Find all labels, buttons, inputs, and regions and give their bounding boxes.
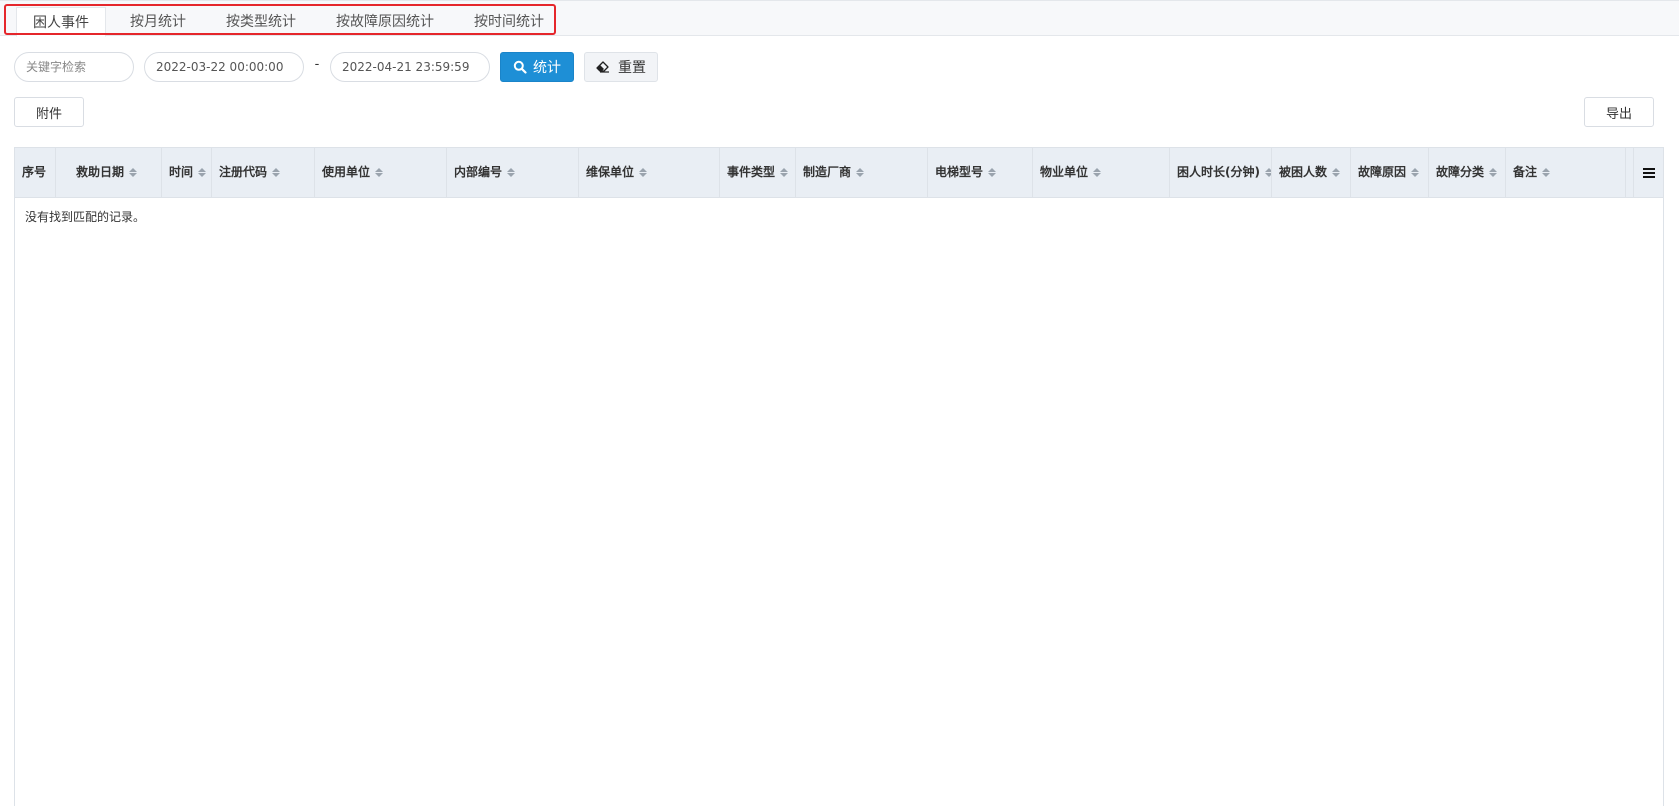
column-header-remark[interactable]: 备注 [1506,148,1626,197]
tab-bar: 困人事件 按月统计 按类型统计 按故障原因统计 按时间统计 [0,0,1679,37]
date-separator: - [314,56,320,72]
column-header-label: 困人时长(分钟) [1177,165,1260,179]
sort-icon [507,168,516,177]
table-header: 序号 救助日期 时间 注册代码 使用单位 内部编号 维保单位 事件类型 制造厂商 电梯型号 物业单位… [15,148,1663,198]
column-header-property-unit[interactable]: 物业单位 [1033,148,1170,197]
sort-icon [1542,168,1551,177]
stat-button[interactable]: 统计 [500,52,574,82]
sort-icon [780,168,789,177]
column-header-event-type[interactable]: 事件类型 [720,148,796,197]
column-menu-button[interactable] [1633,148,1663,197]
empty-message: 没有找到匹配的记录。 [25,210,146,224]
column-header-fault-category[interactable]: 故障分类 [1429,148,1506,197]
column-header-user-unit[interactable]: 使用单位 [315,148,447,197]
sort-icon [988,168,997,177]
tab-monthly-stats[interactable]: 按月统计 [114,7,202,37]
search-icon [513,60,527,74]
column-header-register-code[interactable]: 注册代码 [212,148,315,197]
column-header-label: 序号 [22,165,47,179]
attachment-button[interactable]: 附件 [14,97,84,127]
sort-icon [272,168,281,177]
column-header-label: 被困人数 [1279,165,1328,179]
reset-button-label: 重置 [618,60,646,76]
column-header-maintenance-unit[interactable]: 维保单位 [579,148,720,197]
column-header-trapped-count[interactable]: 被困人数 [1272,148,1351,197]
column-header-label: 时间 [169,165,194,179]
column-header-label: 电梯型号 [935,165,984,179]
sort-icon [198,168,207,177]
tab-list: 困人事件 按月统计 按类型统计 按故障原因统计 按时间统计 [16,7,560,37]
column-header-elevator-model[interactable]: 电梯型号 [928,148,1033,197]
sort-icon [1332,168,1341,177]
column-header-label: 内部编号 [454,165,503,179]
sort-icon [1093,168,1102,177]
end-date-input[interactable] [330,52,490,82]
tab-fault-cause-stats[interactable]: 按故障原因统计 [320,7,450,37]
column-header-label: 注册代码 [219,165,268,179]
column-header-rescue-date[interactable]: 救助日期 [56,148,162,197]
column-header-label: 物业单位 [1040,165,1089,179]
sort-icon [639,168,648,177]
column-header-manufacturer[interactable]: 制造厂商 [796,148,928,197]
sort-icon [129,168,138,177]
eraser-icon [596,61,609,73]
column-header-label: 故障分类 [1436,165,1485,179]
column-header-label: 维保单位 [586,165,635,179]
column-header-label: 故障原因 [1358,165,1407,179]
column-header-internal-number[interactable]: 内部编号 [447,148,579,197]
tab-trapped-events[interactable]: 困人事件 [16,7,106,37]
column-header-label: 救助日期 [76,165,125,179]
records-table: 序号 救助日期 时间 注册代码 使用单位 内部编号 维保单位 事件类型 制造厂商 电梯型号 物业单位… [14,147,1664,806]
sort-icon [375,168,384,177]
filter-bar: - 统计 重置 [14,52,658,82]
reset-button[interactable]: 重置 [584,52,658,82]
column-header-trapped-duration[interactable]: 困人时长(分钟) [1170,148,1272,197]
sort-icon [1489,168,1498,177]
tab-type-stats[interactable]: 按类型统计 [210,7,312,37]
column-header-label: 备注 [1513,165,1538,179]
column-header-time[interactable]: 时间 [162,148,212,197]
menu-icon [1642,167,1655,178]
column-header-label: 使用单位 [322,165,371,179]
column-header-label: 制造厂商 [803,165,852,179]
column-header-fault-cause[interactable]: 故障原因 [1351,148,1429,197]
stat-button-label: 统计 [533,60,561,76]
export-button[interactable]: 导出 [1584,97,1654,127]
sort-icon [1411,168,1420,177]
column-header-label: 事件类型 [727,165,776,179]
start-date-input[interactable] [144,52,304,82]
sort-icon [856,168,865,177]
keyword-search-input[interactable] [14,52,134,82]
sort-icon [1264,168,1271,177]
tab-time-stats[interactable]: 按时间统计 [458,7,560,37]
column-header-index: 序号 [15,148,56,197]
